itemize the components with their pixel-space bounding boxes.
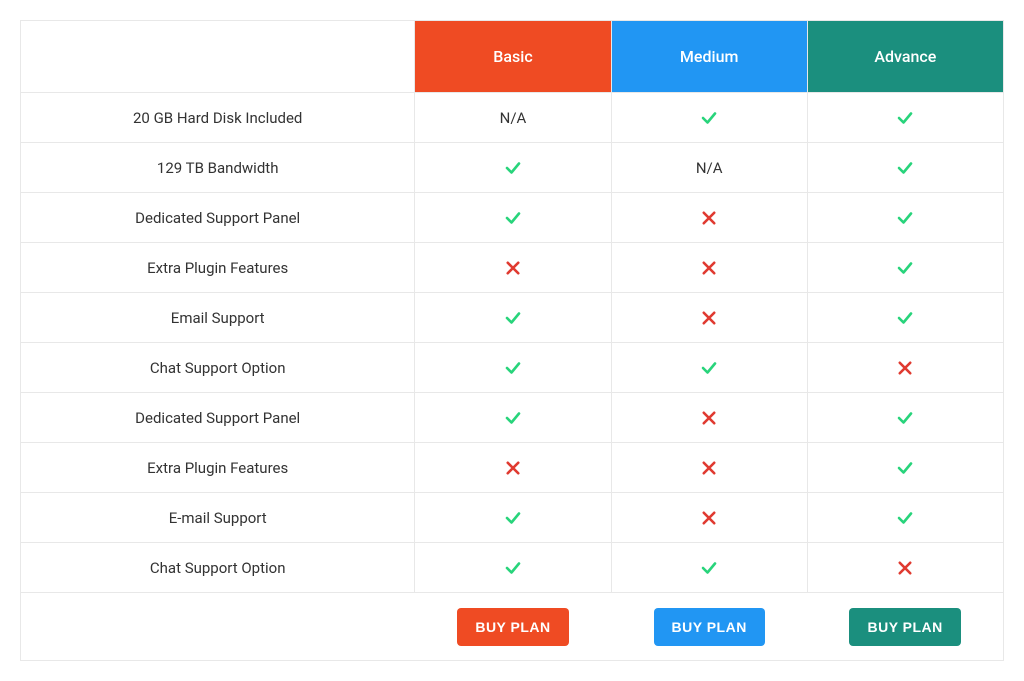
feature-cell-medium — [611, 393, 807, 443]
feature-row: Dedicated Support Panel — [21, 193, 1004, 243]
plan-header-basic: Basic — [415, 21, 611, 93]
plan-header-advance: Advance — [807, 21, 1003, 93]
feature-cell-basic — [415, 243, 611, 293]
cross-icon — [700, 259, 718, 277]
feature-cell-medium — [611, 293, 807, 343]
feature-cell-advance — [807, 543, 1003, 593]
cross-icon — [700, 509, 718, 527]
feature-cell-advance — [807, 143, 1003, 193]
feature-cell-medium — [611, 243, 807, 293]
na-text: N/A — [696, 159, 723, 177]
check-icon — [700, 109, 718, 127]
feature-cell-advance — [807, 193, 1003, 243]
feature-cell-basic — [415, 293, 611, 343]
check-icon — [504, 409, 522, 427]
feature-cell-advance — [807, 393, 1003, 443]
feature-label: Chat Support Option — [21, 343, 415, 393]
cross-icon — [700, 309, 718, 327]
feature-label: 129 TB Bandwidth — [21, 143, 415, 193]
feature-cell-medium — [611, 493, 807, 543]
cross-icon — [700, 209, 718, 227]
feature-label: 20 GB Hard Disk Included — [21, 93, 415, 143]
check-icon — [504, 359, 522, 377]
check-icon — [896, 109, 914, 127]
feature-rows: 20 GB Hard Disk IncludedN/A129 TB Bandwi… — [21, 93, 1004, 593]
buy-plan-button-advance[interactable]: BUY PLAN — [849, 608, 960, 646]
buy-row: BUY PLAN BUY PLAN BUY PLAN — [21, 593, 1004, 661]
feature-cell-advance — [807, 293, 1003, 343]
check-icon — [504, 559, 522, 577]
feature-cell-medium — [611, 343, 807, 393]
check-icon — [700, 359, 718, 377]
check-icon — [504, 159, 522, 177]
check-icon — [896, 459, 914, 477]
feature-cell-advance — [807, 493, 1003, 543]
feature-label: Dedicated Support Panel — [21, 193, 415, 243]
feature-cell-advance — [807, 93, 1003, 143]
check-icon — [896, 209, 914, 227]
feature-cell-basic — [415, 543, 611, 593]
cross-icon — [896, 359, 914, 377]
buy-plan-button-basic[interactable]: BUY PLAN — [457, 608, 568, 646]
feature-row: Dedicated Support Panel — [21, 393, 1004, 443]
feature-label: Dedicated Support Panel — [21, 393, 415, 443]
na-text: N/A — [500, 109, 527, 127]
feature-label: E-mail Support — [21, 493, 415, 543]
plan-header-medium: Medium — [611, 21, 807, 93]
empty-footer-cell — [21, 593, 415, 661]
feature-row: Extra Plugin Features — [21, 243, 1004, 293]
check-icon — [504, 209, 522, 227]
feature-row: 129 TB Bandwidth N/A — [21, 143, 1004, 193]
feature-cell-medium: N/A — [611, 143, 807, 193]
feature-row: Chat Support Option — [21, 343, 1004, 393]
feature-cell-advance — [807, 243, 1003, 293]
feature-cell-advance — [807, 443, 1003, 493]
feature-cell-medium — [611, 543, 807, 593]
feature-cell-medium — [611, 193, 807, 243]
check-icon — [896, 309, 914, 327]
feature-cell-medium — [611, 443, 807, 493]
check-icon — [896, 409, 914, 427]
feature-cell-advance — [807, 343, 1003, 393]
feature-row: Extra Plugin Features — [21, 443, 1004, 493]
pricing-comparison-table: Basic Medium Advance 20 GB Hard Disk Inc… — [20, 20, 1004, 661]
cross-icon — [504, 259, 522, 277]
cross-icon — [896, 559, 914, 577]
cross-icon — [700, 459, 718, 477]
feature-row: E-mail Support — [21, 493, 1004, 543]
feature-cell-basic — [415, 343, 611, 393]
feature-cell-basic — [415, 193, 611, 243]
feature-label: Extra Plugin Features — [21, 243, 415, 293]
feature-cell-basic — [415, 493, 611, 543]
plan-header-row: Basic Medium Advance — [21, 21, 1004, 93]
feature-label: Chat Support Option — [21, 543, 415, 593]
feature-label: Email Support — [21, 293, 415, 343]
check-icon — [896, 509, 914, 527]
buy-plan-button-medium[interactable]: BUY PLAN — [654, 608, 765, 646]
buy-cell-basic: BUY PLAN — [415, 593, 611, 661]
feature-cell-basic — [415, 143, 611, 193]
check-icon — [896, 159, 914, 177]
buy-cell-advance: BUY PLAN — [807, 593, 1003, 661]
feature-cell-basic — [415, 443, 611, 493]
feature-row: Email Support — [21, 293, 1004, 343]
empty-header-cell — [21, 21, 415, 93]
check-icon — [504, 309, 522, 327]
feature-row: 20 GB Hard Disk Included N/A — [21, 93, 1004, 143]
feature-cell-basic — [415, 393, 611, 443]
feature-cell-basic: N/A — [415, 93, 611, 143]
cross-icon — [504, 459, 522, 477]
check-icon — [896, 259, 914, 277]
cross-icon — [700, 409, 718, 427]
check-icon — [700, 559, 718, 577]
feature-cell-medium — [611, 93, 807, 143]
check-icon — [504, 509, 522, 527]
feature-label: Extra Plugin Features — [21, 443, 415, 493]
feature-row: Chat Support Option — [21, 543, 1004, 593]
buy-cell-medium: BUY PLAN — [611, 593, 807, 661]
